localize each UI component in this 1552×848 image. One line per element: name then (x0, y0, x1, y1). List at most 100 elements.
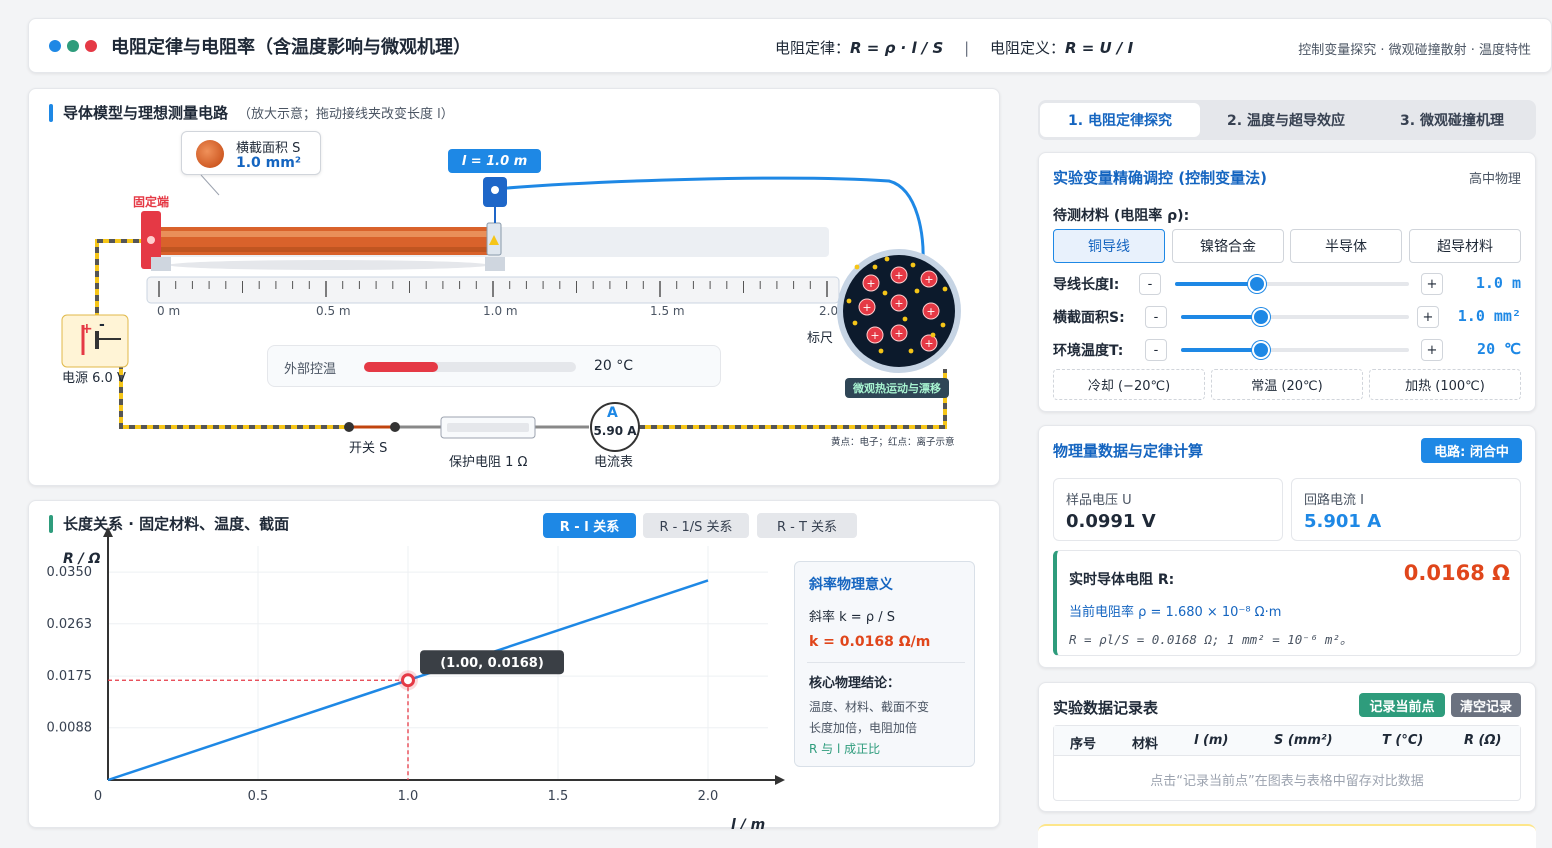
material-copper[interactable]: 铜导线 (1053, 229, 1165, 263)
electron-dot (902, 316, 908, 322)
preset-heat-button[interactable]: 加热 (100℃) (1369, 369, 1521, 400)
temperature-slider-knob[interactable] (1251, 341, 1270, 359)
slope-definition: 斜率 k = ρ / S (809, 610, 895, 625)
material-nichrome[interactable]: 镍铬合金 (1172, 229, 1284, 263)
resistance-box: 实时导体电阻 R: 0.0168 Ω 当前电阻率 ρ = 1.680 × 10⁻… (1053, 550, 1521, 656)
temp-bar-fill (364, 362, 439, 372)
length-label: 导线长度l: (1053, 277, 1120, 293)
col-material: 材料 (1132, 737, 1159, 752)
ion-sign: + (894, 327, 903, 340)
records-table: 序号 材料 l (m) S (mm²) T (°C) R (Ω) 点击“记录当前… (1053, 725, 1521, 801)
tab-micro[interactable]: 3. 微观碰撞机理 (1371, 103, 1533, 137)
point-tooltip-text: (1.00, 0.0168) (440, 656, 544, 671)
col-temperature: T (°C) (1382, 733, 1424, 748)
preset-room-button[interactable]: 常温 (20℃) (1211, 369, 1363, 400)
ruler-tick-label: 1.5 m (650, 304, 685, 318)
y-tick-label: 0.0088 (47, 721, 93, 736)
temperature-plus-button[interactable]: + (1421, 339, 1443, 361)
area-label: 横截面积S: (1053, 310, 1125, 326)
temp-control-value: 20 °C (594, 358, 634, 374)
x-tick-label: 1.5 (548, 789, 569, 804)
material-superconductor[interactable]: 超导材料 (1409, 229, 1521, 263)
ruler-tick-label: 0 m (157, 304, 180, 318)
temperature-value: 20 ℃ (1477, 340, 1521, 358)
law-label: 电阻定律： (775, 39, 851, 57)
app-title: 电阻定律与电阻率（含温度影响与微观机理） (111, 36, 471, 58)
electron-dot (930, 332, 936, 338)
temp-control: 外部控温 20 °C (267, 345, 721, 387)
micro-label: 微观热运动与漂移 (845, 378, 949, 398)
slider-handle-dot (491, 186, 499, 194)
calculation-line: R = ρl/S = 0.0168 Ω; 1 mm² = 10⁻⁶ m²。 (1069, 632, 1353, 647)
electron-dot (914, 288, 920, 294)
main-tabs: 1. 电阻定律探究 2. 温度与超导效应 3. 微观碰撞机理 (1038, 100, 1536, 140)
x-axis-arrow (775, 775, 785, 785)
resistance-value: 0.0168 Ω (1403, 561, 1510, 585)
def-label: 电阻定义： (989, 39, 1065, 57)
temperature-label: 环境温度T: (1053, 343, 1124, 359)
material-semiconductor[interactable]: 半导体 (1290, 229, 1402, 263)
length-slider-knob[interactable] (1247, 275, 1266, 293)
fixed-end-label: 固定端 (133, 195, 170, 209)
dot-red (85, 39, 97, 52)
micro-legend: 黄点：电子；红点：离子示意 (831, 437, 955, 448)
material-label: 待测材料 (电阻率 ρ): (1053, 208, 1190, 224)
controls-title: 实验变量精确调控 (控制变量法) (1053, 169, 1267, 187)
temperature-minus-button[interactable]: - (1145, 339, 1167, 361)
ruler-tick-label: 1.0 m (483, 304, 518, 318)
electron-dot (940, 322, 946, 328)
preset-cool-button[interactable]: 冷却 (−20℃) (1053, 369, 1205, 400)
clear-records-button[interactable]: 清空记录 (1451, 693, 1521, 717)
app-header: 电阻定律与电阻率（含温度影响与微观机理） 电阻定律：R = ρ · l / S … (28, 18, 1552, 73)
source-plus-sign: + (81, 321, 93, 337)
area-minus-button[interactable]: - (1145, 306, 1167, 328)
y-tick-label: 0.0263 (47, 617, 93, 632)
col-resistance: R (Ω) (1464, 733, 1502, 748)
slope-info-box: 斜率物理意义 斜率 k = ρ / S k = 0.0168 Ω/m 核心物理结… (794, 561, 975, 767)
ion-sign: + (862, 301, 871, 314)
electron-dot (910, 262, 916, 268)
records-title: 实验数据记录表 (1053, 699, 1159, 717)
ion-sign: + (924, 273, 933, 286)
length-slider-fill (1175, 282, 1257, 286)
voltage-value: 0.0991 V (1066, 511, 1156, 532)
record-point-button[interactable]: 记录当前点 (1359, 693, 1445, 717)
formula-separator: | (964, 39, 970, 57)
ion-sign: + (870, 329, 879, 342)
callout-pointer (200, 174, 220, 196)
y-axis-label: R / Ω (63, 551, 101, 567)
ion-sign: + (924, 337, 933, 350)
temp-control-label: 外部控温 (284, 362, 337, 377)
switch-terminal-right (390, 422, 400, 432)
law-formula: R = ρ · l / S (850, 39, 944, 57)
area-plus-button[interactable]: + (1417, 306, 1439, 328)
conclusion-line-2: 长度加倍，电阻加倍 (809, 721, 918, 735)
col-index: 序号 (1070, 737, 1097, 752)
current-box: 回路电流 I 5.901 A (1291, 478, 1521, 541)
electron-dot (846, 298, 852, 304)
tab-resistance-law[interactable]: 1. 电阻定律探究 (1040, 103, 1200, 137)
ammeter-symbol: A (607, 405, 618, 421)
ion-sign: + (894, 269, 903, 282)
ruler-label: 标尺 (807, 331, 834, 346)
conductor-shade (155, 247, 495, 252)
switch-terminal-left (344, 422, 354, 432)
data-panel: 物理量数据与定律计算 电路: 闭合中 样品电压 U 0.0991 V 回路电流 … (1038, 425, 1536, 668)
length-minus-button[interactable]: - (1139, 273, 1161, 295)
controls-panel: 实验变量精确调控 (控制变量法) 高中物理 待测材料 (电阻率 ρ): 铜导线 … (1038, 152, 1536, 412)
x-tick-label: 2.0 (698, 789, 719, 804)
tab-temperature[interactable]: 2. 温度与超导效应 (1205, 103, 1367, 137)
length-plus-button[interactable]: + (1421, 273, 1443, 295)
area-slider-knob[interactable] (1251, 308, 1270, 326)
records-panel: 实验数据记录表 记录当前点 清空记录 序号 材料 l (m) S (mm²) T… (1038, 682, 1536, 812)
data-title: 物理量数据与定律计算 (1053, 442, 1204, 460)
electron-dot (852, 320, 858, 326)
y-axis-arrow (103, 527, 113, 537)
area-value: 1.0 mm² (1457, 307, 1521, 325)
area-callout-label: 横截面积 S (236, 141, 301, 156)
highlight-point (401, 673, 415, 688)
electron-dot (908, 348, 914, 354)
formula-bar: 电阻定律：R = ρ · l / S | 电阻定义：R = U / I (775, 37, 1133, 58)
ammeter-label: 电流表 (594, 455, 634, 470)
conductor-shadow (169, 260, 489, 270)
